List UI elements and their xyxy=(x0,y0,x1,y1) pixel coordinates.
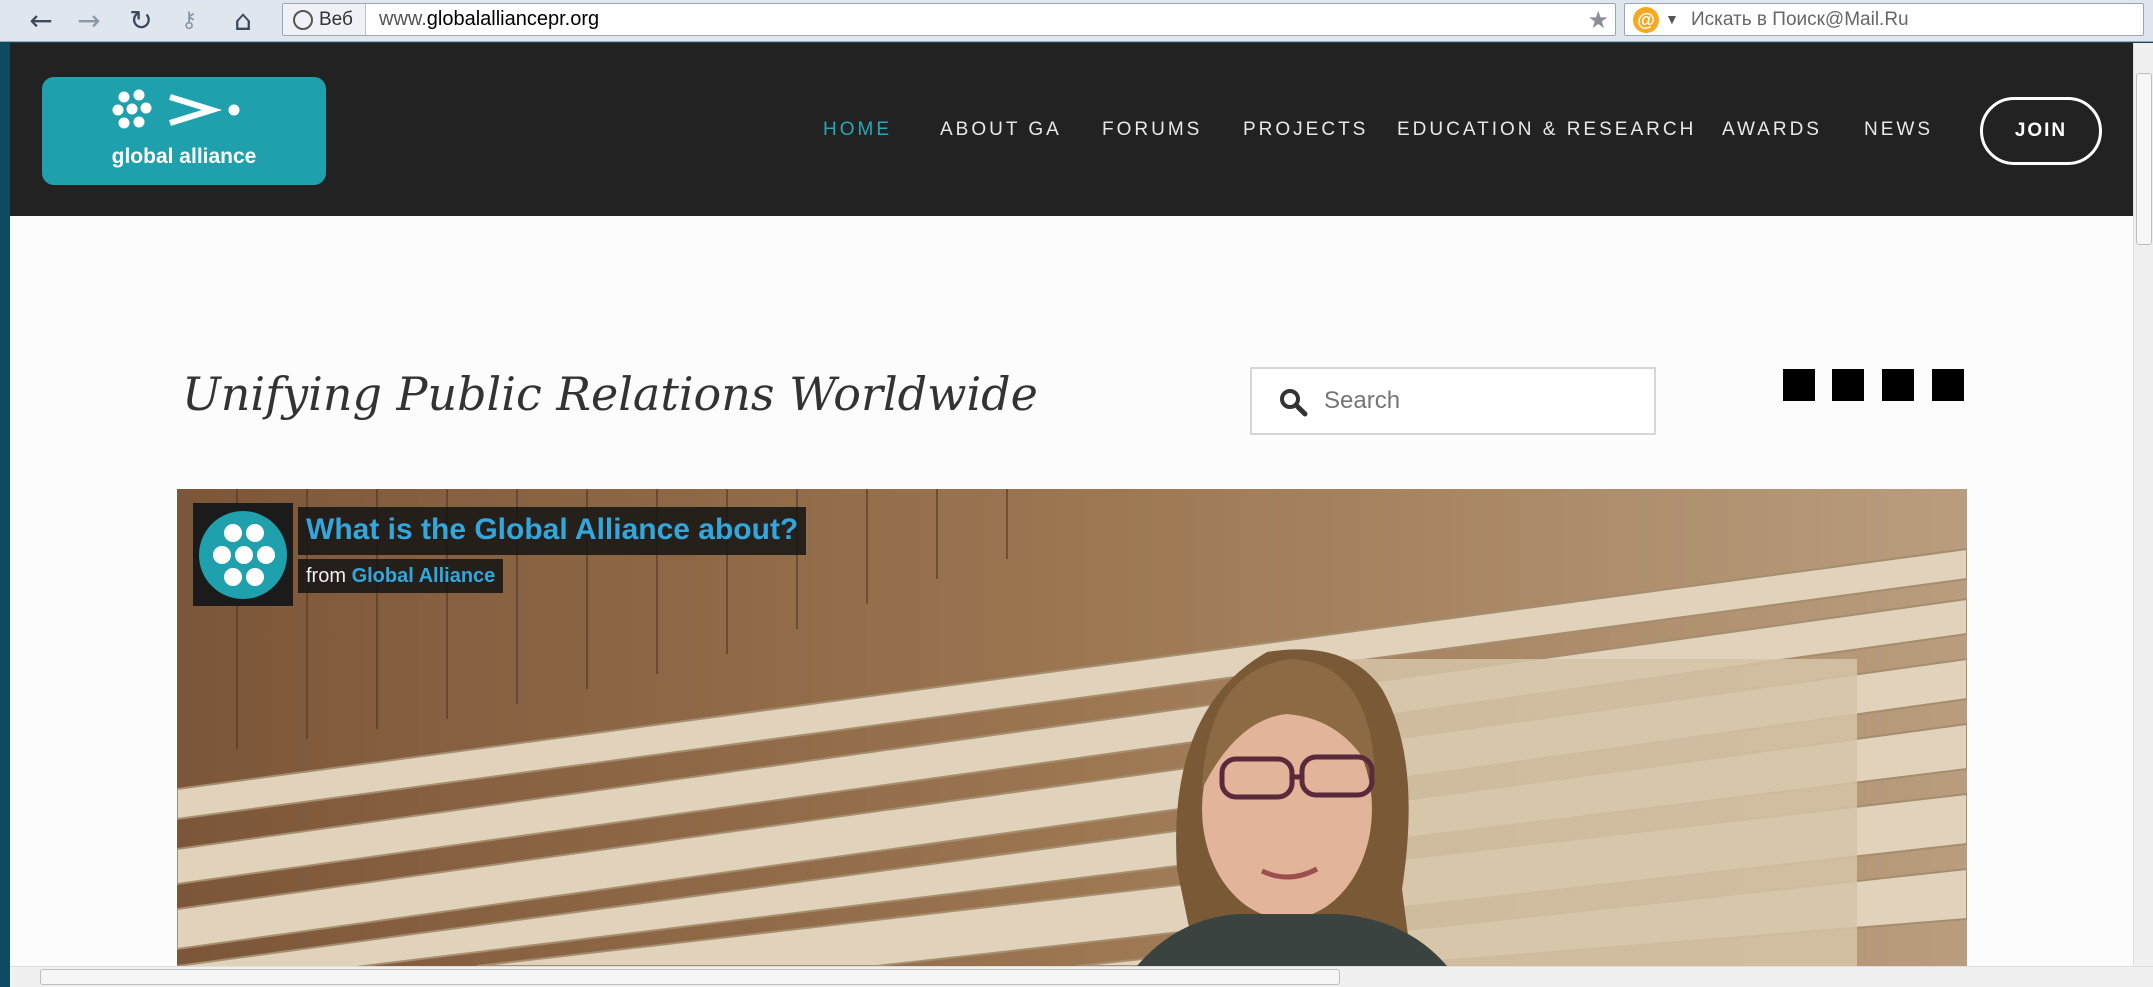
browser-search-field[interactable]: @ ▼ Искать в Поиск@Mail.Ru xyxy=(1624,3,2144,36)
key-icon[interactable]: ⚷ xyxy=(172,4,206,38)
url-domain: globalalliancepr.org xyxy=(426,8,600,30)
channel-avatar[interactable] xyxy=(193,503,293,606)
vertical-scroll-thumb[interactable] xyxy=(2136,73,2152,245)
forward-icon[interactable]: → xyxy=(72,4,106,38)
web-label: Веб xyxy=(319,9,353,30)
nav-projects[interactable]: PROJECTS xyxy=(1243,119,1368,141)
video-title[interactable]: What is the Global Alliance about? xyxy=(298,507,807,555)
search-icon xyxy=(1280,389,1308,417)
nav-news[interactable]: NEWS xyxy=(1864,119,1933,141)
channel-link[interactable]: Global Alliance xyxy=(352,565,496,587)
nav-about-ga[interactable]: ABOUT GA xyxy=(940,119,1062,141)
from-label: from xyxy=(306,565,346,587)
nav-awards[interactable]: AWARDS xyxy=(1722,119,1822,141)
site-search-box[interactable] xyxy=(1250,367,1656,435)
site-search-input[interactable] xyxy=(1324,379,1644,423)
video-player[interactable]: What is the Global Alliance about? from … xyxy=(177,489,1967,966)
home-icon[interactable]: ⌂ xyxy=(226,4,260,38)
nav-education-research[interactable]: EDUCATION & RESEARCH xyxy=(1397,119,1696,141)
nav-home[interactable]: HOME xyxy=(823,119,892,141)
site-tagline: Unifying Public Relations Worldwide xyxy=(182,367,1038,421)
star-icon[interactable]: ★ xyxy=(1587,6,1609,34)
join-button[interactable]: JOIN xyxy=(1980,97,2102,165)
vimeo-icon[interactable] xyxy=(1882,369,1914,401)
globe-icon xyxy=(293,10,313,30)
browser-toolbar: ← → ↻ ⚷ ⌂ Веб www.globalalliancepr.org ★… xyxy=(0,0,2153,42)
logo-text: global alliance xyxy=(111,145,257,168)
address-bar[interactable]: Веб www.globalalliancepr.org ★ xyxy=(282,3,1616,36)
mail-search-icon[interactable]: @ xyxy=(1633,7,1659,33)
reload-icon[interactable]: ↻ xyxy=(124,4,158,38)
horizontal-scrollbar[interactable] xyxy=(10,966,2153,987)
logo-mark-icon xyxy=(112,89,240,129)
site-header: global alliance HOME ABOUT GA FORUMS PRO… xyxy=(10,43,2133,216)
url-prefix: www. xyxy=(379,8,427,30)
url-text: www.globalalliancepr.org xyxy=(379,4,599,35)
global-alliance-logo[interactable]: global alliance xyxy=(42,77,326,185)
channel-logo-icon xyxy=(199,511,287,599)
twitter-icon[interactable] xyxy=(1832,369,1864,401)
horizontal-scroll-thumb[interactable] xyxy=(40,969,1340,985)
video-byline: from Global Alliance xyxy=(298,559,504,593)
vertical-scrollbar[interactable] xyxy=(2133,43,2153,966)
nav-forums[interactable]: FORUMS xyxy=(1102,119,1202,141)
browser-search-placeholder: Искать в Поиск@Mail.Ru xyxy=(1691,9,1909,30)
back-icon[interactable]: ← xyxy=(24,4,58,38)
page-viewport: global alliance HOME ABOUT GA FORUMS PRO… xyxy=(10,43,2133,966)
linkedin-icon[interactable] xyxy=(1932,369,1964,401)
web-identity-button[interactable]: Веб xyxy=(283,4,366,35)
facebook-icon[interactable] xyxy=(1783,369,1815,401)
chevron-down-icon[interactable]: ▼ xyxy=(1665,4,1679,35)
